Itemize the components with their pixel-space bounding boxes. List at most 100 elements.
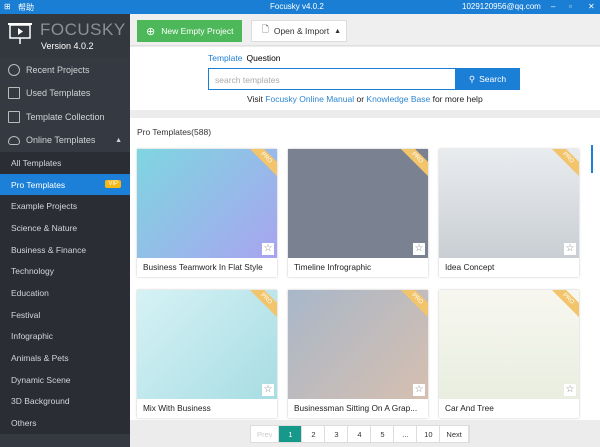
- title-bar: ⊞ 帮助 Focusky v4.0.2 1029120956@qq.com – …: [0, 0, 600, 14]
- sidebar-subitem-animals-pets[interactable]: Animals & Pets: [0, 347, 130, 369]
- logo-text: FOCUSKY: [40, 20, 126, 39]
- star-icon[interactable]: ☆: [564, 384, 576, 396]
- open-import-button[interactable]: 🗋 Open & Import ▲: [251, 20, 347, 42]
- template-card[interactable]: PRO ☆ Car And Tree: [439, 290, 579, 418]
- scrollbar[interactable]: [591, 145, 593, 173]
- sidebar-subitem-science-nature[interactable]: Science & Nature: [0, 217, 130, 239]
- help-visit: Visit: [247, 94, 263, 104]
- template-title: Car And Tree: [445, 403, 494, 413]
- search-input[interactable]: search templates: [208, 68, 456, 90]
- toolbar: ⊕ New Empty Project 🗋 Open & Import ▲: [130, 14, 600, 46]
- star-icon[interactable]: ☆: [413, 243, 425, 255]
- template-card[interactable]: PRO ☆ Mix With Business: [137, 290, 277, 418]
- search-panel: Template Question search templates ⚲ Searc…: [130, 47, 600, 110]
- sidebar-subitem-dynamic-scene[interactable]: Dynamic Scene: [0, 368, 130, 391]
- template-thumbnail[interactable]: PRO ☆: [137, 290, 277, 399]
- help-or: or: [356, 94, 365, 104]
- template-thumbnail[interactable]: PRO ☆: [439, 149, 579, 258]
- online-manual-link[interactable]: Focusky Online Manual: [265, 94, 354, 104]
- help-text: Visit Focusky Online Manual or Knowledge…: [247, 94, 483, 104]
- star-icon[interactable]: ☆: [262, 243, 274, 255]
- minimize-icon[interactable]: –: [551, 2, 555, 11]
- vip-badge: VIP: [105, 179, 121, 188]
- sidebar-item-template-collection[interactable]: Template Collection: [0, 105, 130, 129]
- pro-badge: PRO: [546, 149, 579, 180]
- collapse-arrow-icon[interactable]: ▲: [115, 137, 122, 144]
- search-button[interactable]: ⚲ Search: [455, 68, 520, 90]
- cloud-icon: [8, 135, 20, 145]
- window-title: Focusky v4.0.2: [270, 2, 324, 11]
- sidebar-subitem-label: 3D Background: [11, 396, 70, 407]
- page-button[interactable]: 3: [325, 426, 349, 442]
- sidebar-subitem-all-templates[interactable]: All Templates: [0, 152, 130, 174]
- template-title: Business Teamwork In Flat Style: [143, 262, 263, 272]
- clock-icon: [8, 63, 20, 76]
- sidebar-item-label: Used Templates: [26, 88, 91, 99]
- knowledge-base-link[interactable]: Knowledge Base: [366, 94, 430, 104]
- sidebar-subitem-education[interactable]: Education: [0, 282, 130, 304]
- page-button[interactable]: 1: [279, 426, 303, 442]
- sidebar-subitem-label: Others: [11, 418, 37, 429]
- sidebar-subitem-pro-templates[interactable]: Pro Templates VIP: [0, 173, 130, 196]
- tab-template[interactable]: Template: [208, 53, 243, 63]
- sidebar-subitem-label: Dynamic Scene: [11, 374, 71, 385]
- star-icon[interactable]: ☆: [413, 384, 425, 396]
- help-menu[interactable]: 帮助: [18, 2, 34, 13]
- sidebar-subitem-label: Pro Templates: [11, 179, 66, 190]
- sidebar-item-recent-projects[interactable]: Recent Projects: [0, 58, 130, 82]
- folder-icon: [8, 110, 20, 123]
- sidebar-subitem-business-finance[interactable]: Business & Finance: [0, 238, 130, 261]
- sidebar-subitem-label: Technology: [11, 266, 55, 277]
- sidebar-subitem-infographic[interactable]: Infographic: [0, 325, 130, 348]
- sidebar-item-used-templates[interactable]: Used Templates: [0, 82, 130, 106]
- template-card[interactable]: PRO ☆ Timeline Infrographic: [288, 149, 428, 277]
- template-title: Businessman Sitting On A Grap...: [294, 403, 418, 413]
- sidebar-subitem-3d-background[interactable]: 3D Background: [0, 390, 130, 413]
- button-label: Open & Import: [273, 26, 330, 36]
- pro-badge: PRO: [395, 290, 428, 321]
- new-empty-project-button[interactable]: ⊕ New Empty Project: [137, 20, 242, 42]
- template-card[interactable]: PRO ☆ Business Teamwork In Flat Style: [137, 149, 277, 277]
- star-icon[interactable]: ☆: [564, 243, 576, 255]
- pro-badge: PRO: [546, 290, 579, 321]
- template-thumbnail[interactable]: PRO ☆: [137, 149, 277, 258]
- sidebar-item-label: Template Collection: [26, 111, 105, 122]
- star-icon[interactable]: ☆: [262, 384, 274, 396]
- sidebar-subitem-label: All Templates: [11, 157, 62, 168]
- template-thumbnail[interactable]: PRO ☆: [439, 290, 579, 399]
- sidebar-subitem-technology[interactable]: Technology: [0, 260, 130, 283]
- maximize-icon[interactable]: ▫: [569, 2, 572, 11]
- button-label: New Empty Project: [161, 26, 234, 36]
- page-button[interactable]: 2: [302, 426, 326, 442]
- account-email[interactable]: 1029120956@qq.com: [462, 2, 541, 11]
- sidebar: FOCUSKY Version 4.0.2 Recent Projects Us…: [0, 14, 130, 447]
- pagination: Prev 1 2 3 4 5... 10 Next: [250, 425, 470, 443]
- page-button[interactable]: 5: [371, 426, 395, 442]
- template-card[interactable]: PRO ☆ Businessman Sitting On A Grap...: [288, 290, 428, 418]
- sidebar-subitem-label: Animals & Pets: [11, 353, 69, 364]
- pro-badge: PRO: [244, 149, 277, 180]
- template-thumbnail[interactable]: PRO ☆: [288, 290, 428, 399]
- sidebar-subitem-label: Science & Nature: [11, 222, 78, 233]
- help-tail: for more help: [432, 94, 483, 104]
- next-page-button[interactable]: Next: [440, 426, 469, 442]
- template-title: Timeline Infrographic: [294, 262, 372, 272]
- page-button[interactable]: 10: [417, 426, 441, 442]
- close-icon[interactable]: ✕: [588, 2, 595, 11]
- file-icon: 🗋: [262, 24, 269, 34]
- template-thumbnail[interactable]: PRO ☆: [288, 149, 428, 258]
- prev-page-button[interactable]: Prev: [251, 426, 280, 442]
- template-card[interactable]: PRO ☆ Idea Concept: [439, 149, 579, 277]
- sidebar-subitem-festival[interactable]: Festival: [0, 303, 130, 326]
- page-button[interactable]: 4: [348, 426, 372, 442]
- tab-question[interactable]: Question: [247, 53, 281, 63]
- sidebar-subitem-label: Festival: [11, 309, 41, 320]
- sidebar-subitem-others[interactable]: Others: [0, 412, 130, 434]
- template-title: Mix With Business: [143, 403, 211, 413]
- sidebar-item-label: Online Templates: [26, 135, 96, 146]
- sidebar-subitem-example-projects[interactable]: Example Projects: [0, 195, 130, 218]
- sidebar-item-online-templates[interactable]: Online Templates ▲: [0, 129, 130, 153]
- sidebar-item-label: Recent Projects: [26, 64, 90, 75]
- presentation-icon: [8, 23, 32, 44]
- button-label: Search: [479, 74, 507, 84]
